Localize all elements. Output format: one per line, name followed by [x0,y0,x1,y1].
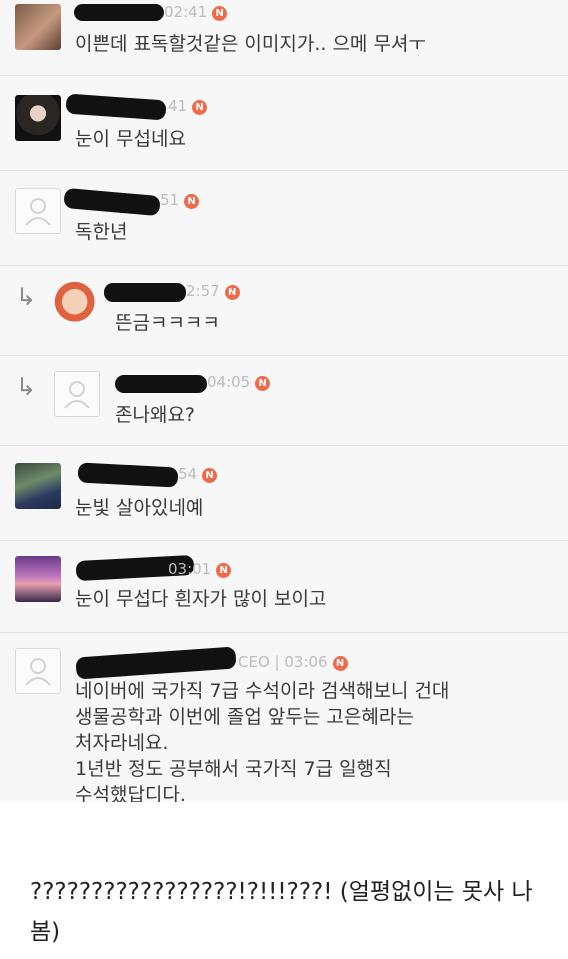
new-badge: N [192,100,208,115]
default-avatar[interactable] [54,371,100,417]
comment-text-line: 수석했답디다. [75,784,186,802]
comment-item: 51 N 독한년 [0,170,568,266]
comment-text: 눈빛 살아있네예 [75,497,204,519]
comment-meta: 41 N [168,97,208,115]
comment-time: 41 [168,97,188,115]
reply-item: ↳ 2:57 N 뜬금ㅋㅋㅋㅋ [0,265,568,356]
user-avatar[interactable] [15,95,61,141]
default-avatar[interactable] [15,188,61,234]
comment-time: 51 [160,191,180,209]
redacted-username [115,375,207,393]
comment-text: 존나왜요? [115,404,196,426]
user-silhouette-icon [25,658,51,686]
new-badge: N [216,563,232,578]
redacted-username [74,4,164,21]
reply-arrow-icon: ↳ [16,283,37,311]
comment-time: 02:41 [164,3,208,21]
user-avatar[interactable] [54,281,100,327]
comment-item: 54 N 눈빛 살아있네예 [0,445,568,541]
comment-text-line: 네이버에 국가직 7급 수석이라 검색해보니 건대 [75,680,450,702]
comment-text-line: 처자라네요. [75,732,169,754]
redacted-username [63,187,161,217]
redacted-username [75,646,237,680]
comment-item: CEO | 03:06 N 네이버에 국가직 7급 수석이라 검색해보니 건대 생… [0,632,568,802]
comment-meta: 02:41 N [164,3,228,21]
comment-list-screenshot: 02:41 N 이쁜데 표독할것같은 이미지가.. 으메 무셔ㅜ 41 N 눈이 무… [0,0,568,802]
user-silhouette-icon [25,198,51,226]
comment-meta: 51 N [160,191,200,209]
comment-text-line: 생물공학과 이번에 졸업 앞두는 고은혜라는 [75,706,414,728]
reply-arrow-icon: ↳ [16,373,37,401]
new-badge: N [255,376,271,391]
comment-item: 02:41 N 이쁜데 표독할것같은 이미지가.. 으메 무셔ㅜ [0,0,568,76]
comment-text: 눈이 무섭네요 [75,128,186,150]
new-badge: N [224,285,240,300]
comment-meta: 03:01 N [168,560,232,578]
comment-time: 03:06 [284,653,328,671]
redacted-username [65,93,167,121]
comment-meta: 54 N [178,465,218,483]
user-avatar[interactable] [15,556,61,602]
user-avatar[interactable] [15,463,61,509]
comment-text: 독한년 [75,221,128,243]
user-role: CEO [238,653,270,671]
comment-time: 2:57 [186,282,220,300]
default-avatar[interactable] [15,648,61,694]
comment-time: 54 [178,465,198,483]
comment-text: 눈이 무섭다 흰자가 많이 보이고 [75,588,327,610]
comment-text: 이쁜데 표독할것같은 이미지가.. 으메 무셔ㅜ [75,33,426,55]
redacted-username [104,283,186,302]
comment-text-line: 1년반 정도 공부해서 국가직 7급 일행직 [75,758,392,780]
comment-meta: 04:05 N [207,373,271,391]
new-badge: N [184,194,200,209]
reply-item: ↳ 04:05 N 존나왜요? [0,355,568,446]
new-badge: N [332,656,348,671]
comment-item: 03:01 N 눈이 무섭다 흰자가 많이 보이고 [0,540,568,633]
user-silhouette-icon [64,381,90,409]
comment-item: 41 N 눈이 무섭네요 [0,75,568,171]
comment-time: 03:01 [168,560,212,578]
user-avatar[interactable] [15,4,61,50]
new-badge: N [212,6,228,21]
comment-text: 뜬금ㅋㅋㅋㅋ [115,312,220,334]
new-badge: N [202,468,218,483]
comment-meta: CEO | 03:06 N [238,653,348,671]
redacted-username [77,462,179,488]
comment-meta: 2:57 N [186,282,240,300]
comment-time: 04:05 [207,373,251,391]
post-caption: ?????????????????!?!!!???! (얼평없이는 못사 나봄) [30,879,533,945]
